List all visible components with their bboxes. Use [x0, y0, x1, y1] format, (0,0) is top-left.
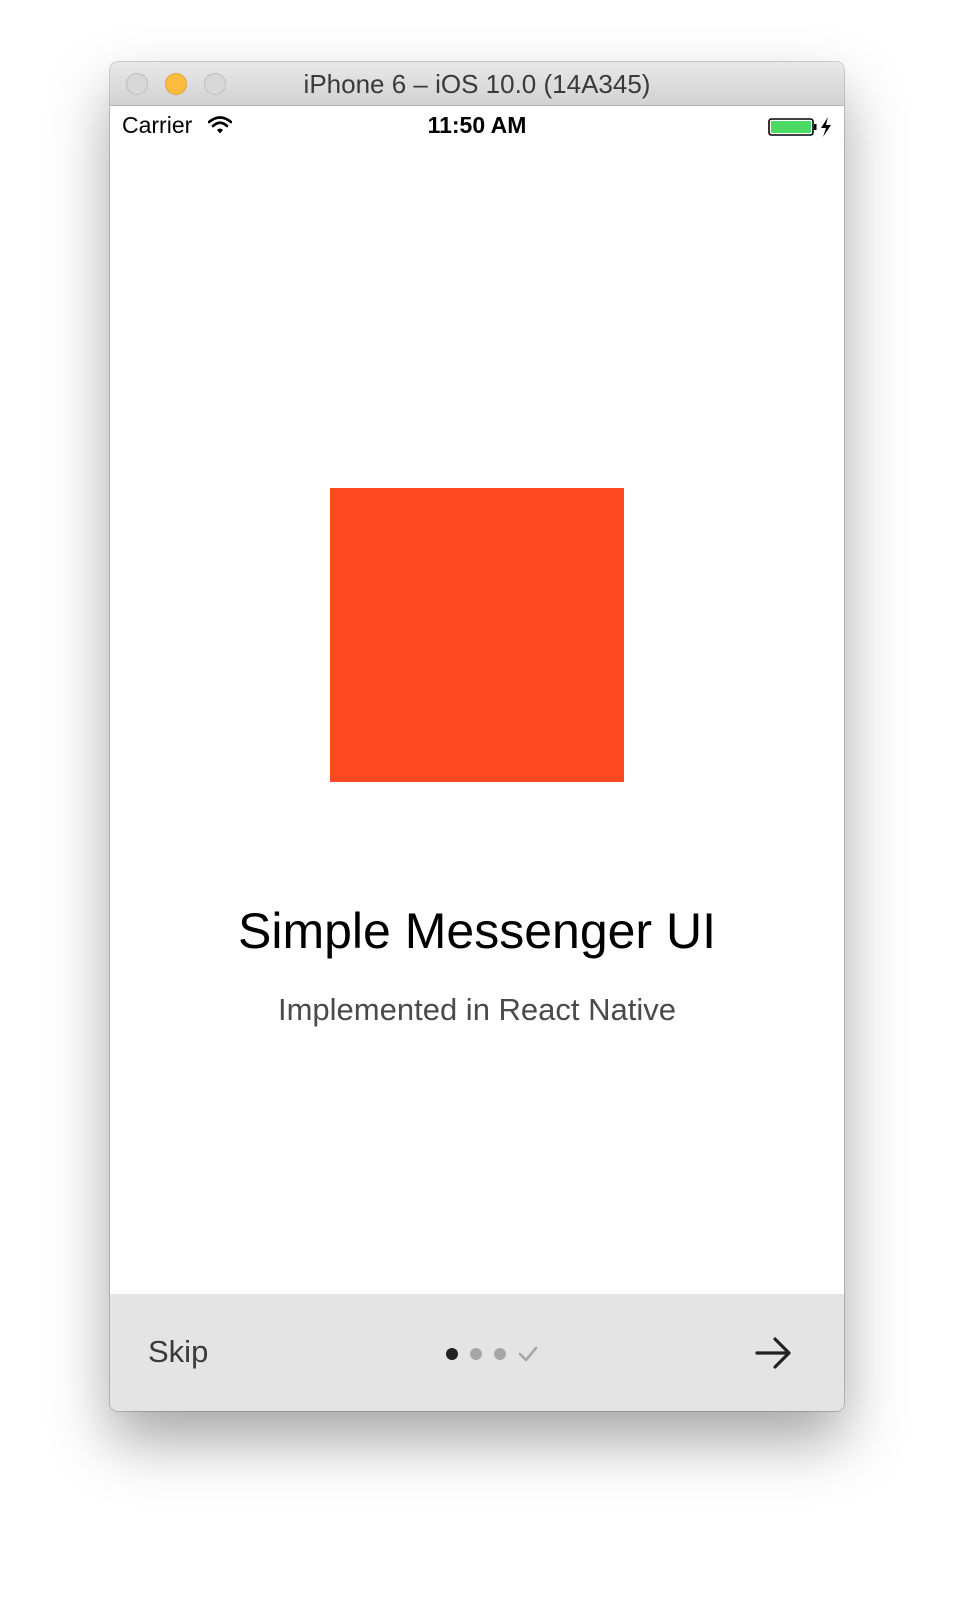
page-dot[interactable] [446, 1348, 458, 1360]
slide-title: Simple Messenger UI [238, 903, 716, 959]
skip-button[interactable]: Skip [148, 1334, 208, 1370]
ios-status-bar: Carrier 11:50 AM [110, 106, 844, 146]
checkmark-icon[interactable] [518, 1345, 538, 1363]
onboarding-footer: Skip [110, 1294, 844, 1411]
simulator-window: iPhone 6 – iOS 10.0 (14A345) Carrier 11:… [110, 62, 844, 1411]
slide-image [330, 488, 624, 782]
window-titlebar: iPhone 6 – iOS 10.0 (14A345) [110, 62, 844, 106]
window-title: iPhone 6 – iOS 10.0 (14A345) [303, 69, 651, 99]
arrow-right-icon[interactable] [754, 1336, 794, 1370]
status-time: 11:50 AM [427, 112, 527, 138]
page-dot[interactable] [494, 1348, 506, 1360]
page-dot[interactable] [470, 1348, 482, 1360]
slide-subtitle: Implemented in React Native [277, 992, 677, 1027]
onboarding-slide: Simple Messenger UI Implemented in React… [110, 146, 844, 1294]
battery-charging-icon [768, 117, 831, 137]
